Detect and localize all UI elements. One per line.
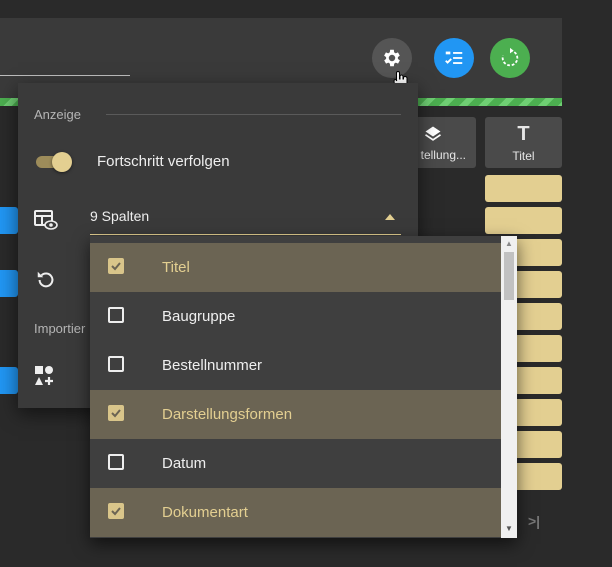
option-label: Dokumentart [162,504,248,521]
dropdown-option-bestellnummer[interactable]: Bestellnummer [90,341,501,390]
layers-icon [425,126,441,141]
dropdown-scrollbar[interactable]: ▲ ▼ [501,236,517,538]
columns-select-value: 9 Spalten [90,208,150,224]
text-icon: T [517,122,530,145]
caret-up-icon [385,214,395,220]
section-divider [106,114,401,115]
option-label: Bestellnummer [162,357,263,374]
option-label: Titel [162,259,190,276]
row-marker[interactable] [0,367,18,394]
search-field-underline[interactable] [0,75,130,76]
column-card-title[interactable]: T Titel [485,117,562,168]
checkbox-checked-icon[interactable] [108,503,124,519]
row-marker[interactable] [0,207,18,234]
dropdown-option-datum[interactable]: Datum [90,439,501,488]
option-label: Darstellungsformen [162,406,293,423]
option-label: Datum [162,455,207,472]
checklist-icon [445,51,463,64]
dropdown-option-dokumentart[interactable]: Dokumentart [90,488,501,537]
shapes-add-icon[interactable] [34,365,58,392]
table-settings-icon [34,209,58,236]
section-label-display: Anzeige [34,107,81,122]
refresh-button[interactable] [490,38,530,78]
scroll-down-arrow-icon[interactable]: ▼ [505,524,513,533]
row-marker[interactable] [0,270,18,297]
columns-select[interactable]: 9 Spalten [90,206,401,235]
checkbox-empty-icon[interactable] [108,356,124,372]
progress-toggle-thumb[interactable] [52,152,72,172]
refresh-icon [501,47,519,67]
dropdown-option-baugruppe[interactable]: Baugruppe [90,292,501,341]
checklist-button[interactable] [434,38,474,78]
checkbox-empty-icon[interactable] [108,454,124,470]
checkbox-checked-icon[interactable] [108,405,124,421]
table-cell[interactable] [485,175,562,202]
scrollbar-thumb[interactable] [504,252,514,300]
gear-icon [384,49,400,67]
scroll-up-arrow-icon[interactable]: ▲ [505,239,513,248]
dropdown-option-darstellungsformen[interactable]: Darstellungsformen [90,390,501,439]
progress-toggle-label: Fortschritt verfolgen [97,153,230,170]
reset-icon[interactable] [35,269,57,296]
section-label-import: Importier [34,321,86,336]
last-page-icon[interactable]: >| [528,513,540,529]
columns-dropdown: Titel Baugruppe Bestellnummer Darstellun… [90,236,517,538]
option-label: Baugruppe [162,308,236,325]
checkbox-checked-icon[interactable] [108,258,124,274]
column-card-label: tellung... [420,147,466,162]
table-cell[interactable] [485,207,562,234]
column-card-label: Titel [512,148,535,163]
dropdown-option-titel[interactable]: Titel [90,243,501,292]
checkbox-empty-icon[interactable] [108,307,124,323]
